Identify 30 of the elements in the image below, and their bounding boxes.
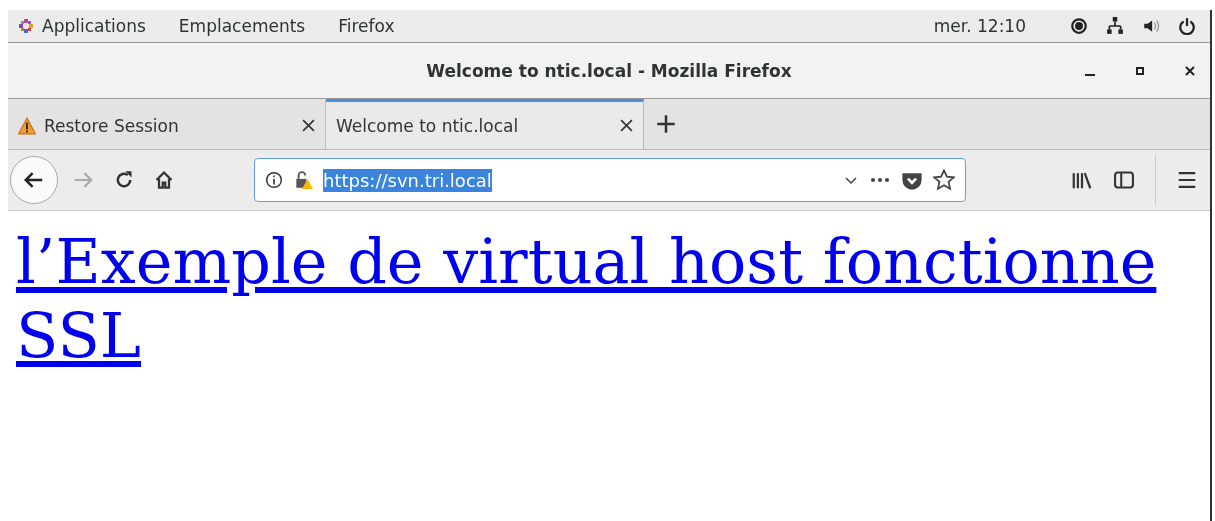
home-icon[interactable] [154, 170, 174, 190]
star-icon[interactable] [933, 169, 955, 191]
close-tab-icon[interactable] [620, 119, 633, 132]
warning-icon [18, 116, 36, 135]
window-title: Welcome to ntic.local - Mozilla Firefox [426, 60, 792, 81]
app-logo-icon [18, 18, 34, 34]
power-icon[interactable] [1178, 17, 1196, 35]
close-tab-icon[interactable] [302, 119, 315, 132]
info-icon[interactable] [265, 171, 283, 189]
top-menu-item[interactable]: Applications [42, 16, 146, 36]
clock[interactable]: mer. 12:10 [933, 16, 1026, 36]
network-icon[interactable] [1106, 17, 1124, 35]
more-icon[interactable] [869, 176, 891, 184]
location-icon[interactable] [1070, 17, 1088, 35]
top-menu-item[interactable]: Firefox [338, 16, 395, 36]
browser-tab[interactable]: Welcome to ntic.local [326, 99, 644, 149]
menu-icon[interactable] [1176, 169, 1198, 191]
address-bar[interactable]: https://svn.tri.local [254, 158, 966, 202]
close-icon[interactable] [1184, 64, 1196, 77]
warning-lock-icon[interactable] [293, 170, 313, 190]
maximize-button[interactable] [1134, 64, 1146, 77]
back-button[interactable] [10, 156, 58, 204]
url-text[interactable]: https://svn.tri.local [323, 168, 492, 192]
sidebar-icon[interactable] [1113, 169, 1135, 191]
reload-icon[interactable] [114, 170, 134, 190]
page-link[interactable]: l’Exemple de virtual host fonctionne SSL [16, 225, 1202, 374]
volume-icon[interactable] [1142, 17, 1160, 35]
new-tab-icon[interactable] [656, 114, 676, 134]
top-menu-item[interactable]: Emplacements [178, 16, 306, 36]
back-arrow-icon [23, 169, 45, 191]
